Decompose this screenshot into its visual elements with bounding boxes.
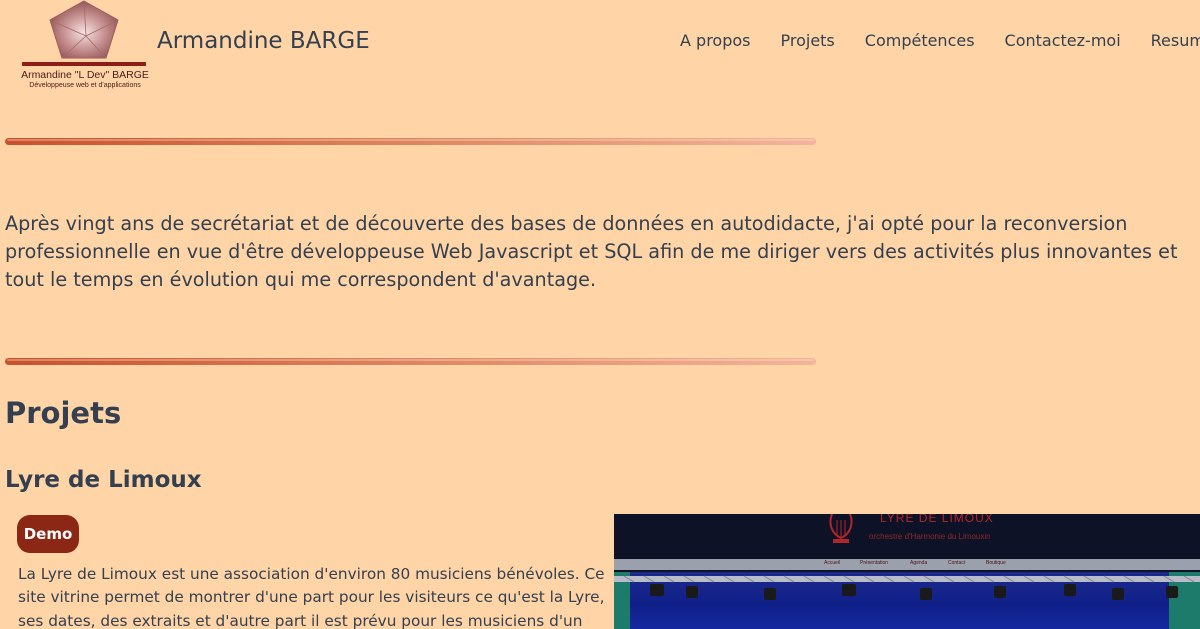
site-title[interactable]: Armandine BARGE (157, 28, 370, 54)
nav-item-projets[interactable]: Projets (765, 31, 849, 50)
page: Armandine "L Dev" BARGE Développeuse web… (0, 0, 1200, 629)
screenshot-menu-item: Contact (948, 560, 966, 566)
demo-button[interactable]: Demo (17, 515, 79, 553)
nav-item-competences[interactable]: Compétences (850, 31, 990, 50)
site-header: Armandine "L Dev" BARGE Développeuse web… (0, 0, 1200, 96)
pentagon-logo-icon (49, 0, 119, 59)
nav-item-a-propos[interactable]: A propos (665, 31, 765, 50)
intro-text: Après vingt ans de secrétariat et de déc… (5, 212, 1178, 291)
screenshot-menu-item: Agenda (910, 560, 928, 566)
project-screenshot[interactable]: LYRE DE LIMOUX orchestre d'Harmonie du L… (614, 514, 1200, 629)
logo-name: Armandine "L Dev" BARGE (21, 69, 149, 81)
logo[interactable]: Armandine "L Dev" BARGE Développeuse web… (18, 0, 152, 94)
main-nav: A propos Projets Compétences Contactez-m… (665, 31, 1200, 50)
section-divider (5, 358, 816, 365)
logo-subtitle: Développeuse web et d'applications (29, 82, 141, 89)
screenshot-menu-item: Présentation (860, 560, 889, 566)
screenshot-menu: Accueil Présentation Agenda Contact Bout… (614, 559, 1200, 570)
screenshot-title: LYRE DE LIMOUX (880, 514, 994, 525)
logo-bar (22, 62, 146, 66)
stage-truss-icon (614, 575, 1200, 600)
screenshot-menu-item: Boutique (986, 560, 1006, 566)
project-title: Lyre de Limoux (5, 467, 202, 493)
section-divider (5, 138, 816, 145)
nav-item-resume[interactable]: Resume (1136, 31, 1200, 50)
nav-item-contactez-moi[interactable]: Contactez-moi (990, 31, 1136, 50)
screenshot-menu-item: Accueil (824, 560, 841, 566)
project-description: La Lyre de Limoux est une association d'… (18, 565, 605, 629)
screenshot-subtitle: orchestre d'Harmonie du Limouxin (869, 532, 991, 541)
lyre-icon (829, 514, 853, 543)
projects-heading: Projets (5, 396, 122, 430)
